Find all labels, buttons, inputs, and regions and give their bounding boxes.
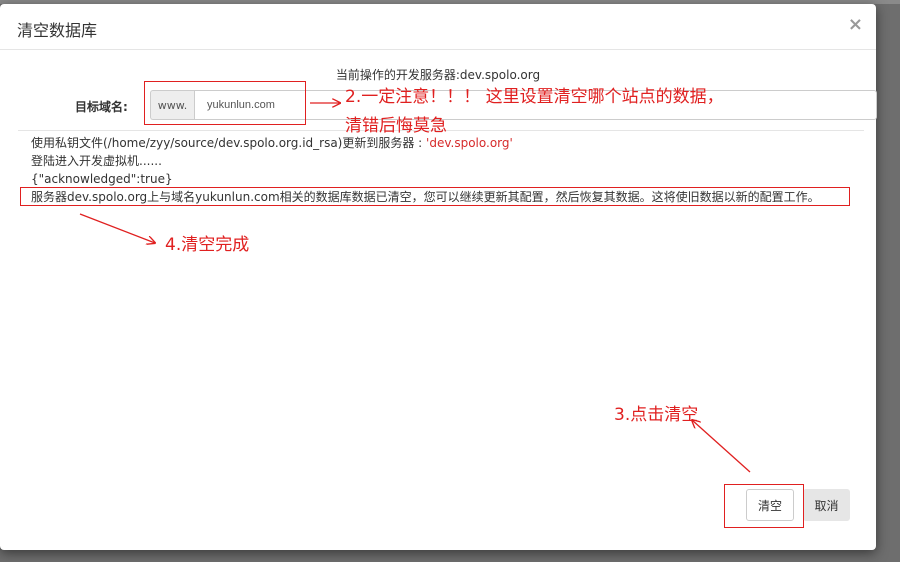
log-line-upload-text: 使用私钥文件(/home/zyy/source/dev.spolo.org.id… [31, 136, 427, 150]
annotation-note-domain-2: 清错后悔莫急 [345, 116, 447, 136]
annotation-note-click: 3.点击清空 [614, 405, 699, 425]
log-line-upload: 使用私钥文件(/home/zyy/source/dev.spolo.org.id… [31, 134, 820, 152]
close-icon[interactable]: × [848, 14, 863, 35]
cancel-button[interactable]: 取消 [803, 489, 850, 521]
current-server-label: 当前操作的开发服务器:dev.spolo.org [335, 68, 541, 82]
dialog-title: 清空数据库 [17, 21, 98, 40]
target-domain-label: 目标域名: [75, 100, 128, 114]
annotation-box-domain [144, 81, 306, 125]
log-server-name: 'dev.spolo.org' [426, 136, 513, 150]
log-line-login: 登陆进入开发虚拟机...... [31, 154, 162, 168]
annotation-note-domain-1: 2.一定注意！！！ 这里设置清空哪个站点的数据， [345, 87, 724, 107]
log-line-ack: {"acknowledged":true} [31, 172, 173, 186]
annotation-box-result [20, 187, 850, 206]
annotation-box-clear-button [724, 484, 804, 528]
dialog-header: 清空数据库 × [0, 4, 876, 50]
annotation-note-done: 4.清空完成 [165, 235, 250, 255]
